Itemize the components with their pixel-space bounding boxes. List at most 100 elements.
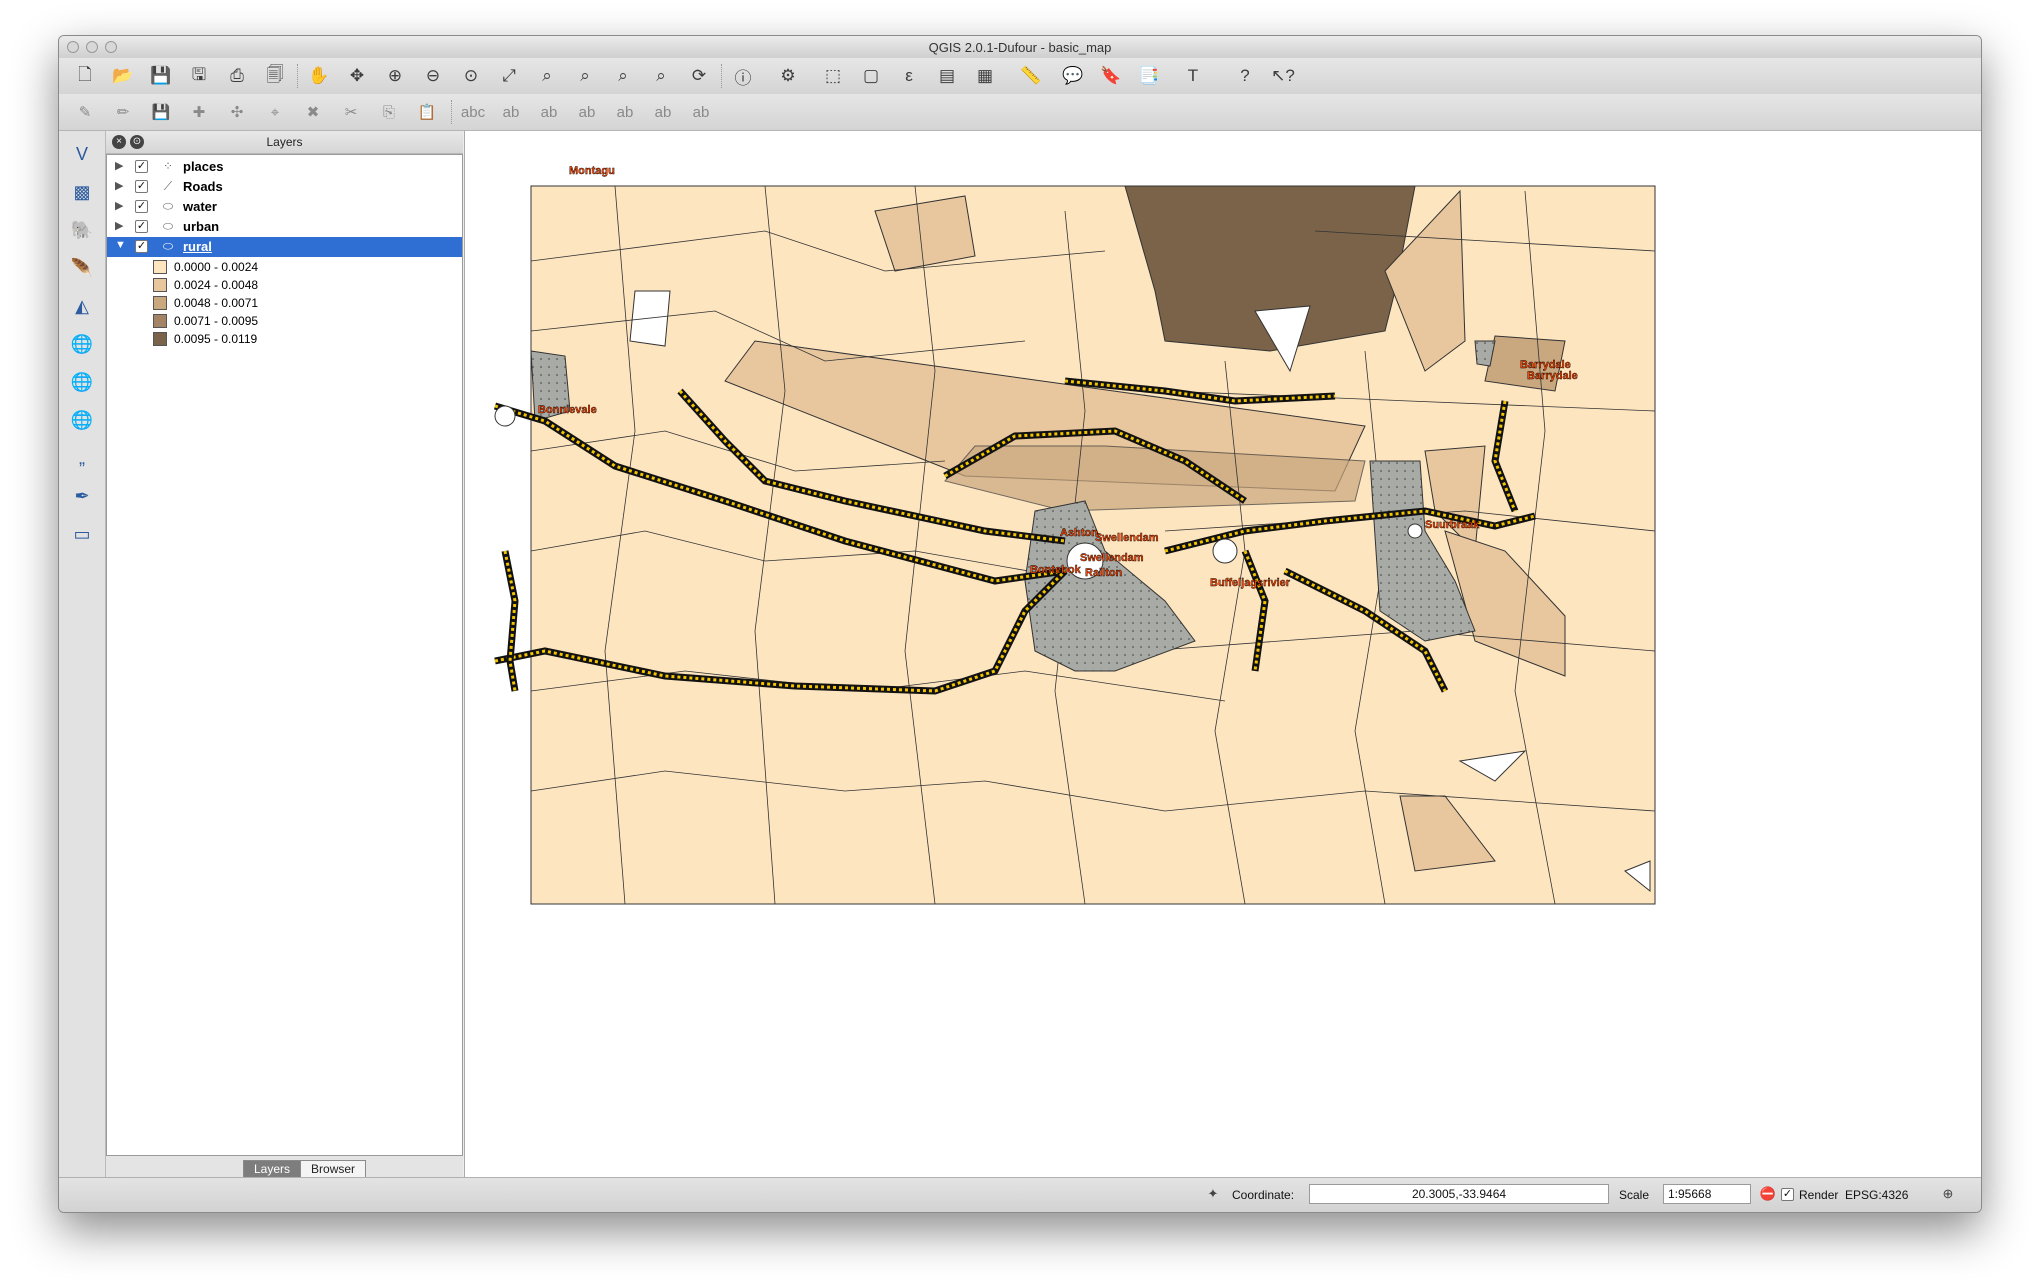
pan-icon[interactable]: ✋ <box>305 62 333 90</box>
main-toolbar: 🗋 📂 💾 🖫 ⎙ 🗐 ✋ ✥ ⊕ ⊖ ⊙ ⤢ ⌕ ⌕ ⌕ ⌕ ⟳ ⓘ ⚙ ⬚ … <box>59 58 1981 95</box>
add-feature-icon[interactable]: ✚ <box>185 98 213 126</box>
layer-row-places[interactable]: ▶ ✓ ⁘ places <box>107 157 462 177</box>
line-layer-icon: ⟋ <box>163 179 173 193</box>
cut-features-icon[interactable]: ✂ <box>337 98 365 126</box>
composer-manager-icon[interactable]: 🗐 <box>261 62 289 90</box>
layer-row-roads[interactable]: ▶ ✓ ⟋ Roads <box>107 177 462 197</box>
select-icon[interactable]: ⬚ <box>819 62 847 90</box>
expand-arrow-icon[interactable]: ▶ <box>115 159 123 172</box>
nodata-hole <box>629 290 671 347</box>
map-svg[interactable]: Montagu Bonnievale Barrydale Barrydale S… <box>465 131 1982 1177</box>
new-project-icon[interactable]: 🗋 <box>71 62 99 90</box>
text-annotation-icon[interactable]: T <box>1179 62 1207 90</box>
toggle-editing-icon[interactable]: ✏ <box>109 98 137 126</box>
save-project-icon[interactable]: 💾 <box>147 62 175 90</box>
label-pin-icon[interactable]: ab <box>497 98 525 126</box>
layer-visibility-checkbox[interactable]: ✓ <box>135 220 148 233</box>
remove-layer-icon[interactable]: ▭ <box>67 519 97 549</box>
render-label: Render <box>1799 1188 1839 1202</box>
layers-panel-title: Layers <box>266 135 303 149</box>
node-tool-icon[interactable]: ⌖ <box>261 98 289 126</box>
zoom-to-selection-icon[interactable]: ⌕ <box>533 62 561 90</box>
tab-browser[interactable]: Browser <box>300 1160 367 1178</box>
edit-toolbar: ✎ ✏ 💾 ✚ ✣ ⌖ ✖ ✂ ⎘ 📋 abc ab ab ab ab ab a… <box>59 94 1981 131</box>
zoom-to-layer-icon[interactable]: ⌕ <box>571 62 599 90</box>
map-label-railton: Railton <box>1085 567 1123 579</box>
add-raster-layer-icon[interactable]: ▩ <box>67 177 97 207</box>
add-wfs-layer-icon[interactable]: 🌐 <box>67 405 97 435</box>
zoom-full-icon[interactable]: ⤢ <box>495 62 523 90</box>
whats-this-icon[interactable]: ↖? <box>1269 62 1297 90</box>
open-project-icon[interactable]: 📂 <box>109 62 137 90</box>
layer-row-urban[interactable]: ▶ ✓ ⬭ urban <box>107 217 462 237</box>
new-bookmark-icon[interactable]: 🔖 <box>1097 62 1125 90</box>
crs-globe-icon[interactable]: ⊕ <box>1939 1185 1957 1203</box>
layer-visibility-checkbox[interactable]: ✓ <box>135 180 148 193</box>
label-move-icon[interactable]: ab <box>611 98 639 126</box>
map-canvas[interactable]: Montagu Bonnievale Barrydale Barrydale S… <box>464 131 1982 1177</box>
add-postgis-layer-icon[interactable]: 🐘 <box>67 215 97 245</box>
add-vector-layer-icon[interactable]: V <box>67 139 97 169</box>
pan-to-selection-icon[interactable]: ✥ <box>343 62 371 90</box>
action-icon[interactable]: ⚙ <box>774 62 802 90</box>
zoom-out-icon[interactable]: ⊖ <box>419 62 447 90</box>
refresh-icon[interactable]: ⟳ <box>685 62 713 90</box>
zoom-actual-size-icon[interactable]: ⊙ <box>457 62 485 90</box>
coordinate-field[interactable]: 20.3005,-33.9464 <box>1309 1184 1609 1204</box>
zoom-next-icon[interactable]: ⌕ <box>647 62 675 90</box>
add-spatialite-layer-icon[interactable]: 🪶 <box>67 253 97 283</box>
help-icon[interactable]: ? <box>1231 62 1259 90</box>
current-edits-icon[interactable]: ✎ <box>71 98 99 126</box>
identify-icon[interactable]: ⓘ <box>729 62 757 90</box>
add-wcs-layer-icon[interactable]: 🌐 <box>67 367 97 397</box>
layer-visibility-checkbox[interactable]: ✓ <box>135 200 148 213</box>
label-change-icon[interactable]: ab <box>687 98 715 126</box>
stop-render-icon[interactable]: ⛔ <box>1759 1185 1777 1203</box>
toggle-extents-icon[interactable]: ✦ <box>1204 1185 1222 1203</box>
qgis-window: QGIS 2.0.1-Dufour - basic_map 🗋 📂 💾 🖫 ⎙ … <box>58 35 1982 1213</box>
map-tips-icon[interactable]: 💬 <box>1059 62 1087 90</box>
expand-arrow-icon[interactable]: ▶ <box>115 179 123 192</box>
layer-visibility-checkbox[interactable]: ✓ <box>135 240 148 253</box>
attribute-table-icon[interactable]: ▤ <box>933 62 961 90</box>
layer-row-water[interactable]: ▶ ✓ ⬭ water <box>107 197 462 217</box>
field-calculator-icon[interactable]: ε <box>895 62 923 90</box>
layer-row-rural[interactable]: ▼ ✓ ⬭ rural <box>107 237 462 257</box>
paste-features-icon[interactable]: 📋 <box>413 98 441 126</box>
measure-icon[interactable]: 📏 <box>1017 62 1045 90</box>
crs-label[interactable]: EPSG:4326 <box>1845 1188 1908 1202</box>
scale-combobox[interactable]: 1:95668 <box>1663 1184 1751 1204</box>
show-bookmarks-icon[interactable]: 📑 <box>1135 62 1163 90</box>
save-edits-icon[interactable]: 💾 <box>147 98 175 126</box>
add-mssql-layer-icon[interactable]: ◭ <box>67 291 97 321</box>
legend-swatch <box>153 332 167 346</box>
move-feature-icon[interactable]: ✣ <box>223 98 251 126</box>
save-as-icon[interactable]: 🖫 <box>185 62 213 90</box>
layer-name: rural <box>183 239 212 254</box>
copy-features-icon[interactable]: ⎘ <box>375 98 403 126</box>
tab-layers[interactable]: Layers <box>243 1160 302 1178</box>
render-checkbox[interactable]: ✓ <box>1781 1188 1794 1201</box>
add-delimited-text-icon[interactable]: „ <box>67 443 97 473</box>
label-highlight-icon[interactable]: ab <box>535 98 563 126</box>
map-label-swellendam-2: Swellendam <box>1095 532 1159 544</box>
map-label-barrydale-2: Barrydale <box>1527 370 1578 382</box>
label-rotate-icon[interactable]: ab <box>649 98 677 126</box>
legend-swatch <box>153 296 167 310</box>
expand-arrow-icon[interactable]: ▶ <box>115 219 123 232</box>
new-shapefile-icon[interactable]: ✒ <box>67 481 97 511</box>
expand-arrow-icon[interactable]: ▶ <box>115 199 123 212</box>
label-show-hide-icon[interactable]: ab <box>573 98 601 126</box>
add-wms-layer-icon[interactable]: 🌐 <box>67 329 97 359</box>
legend-class: 0.0071 - 0.0095 <box>107 312 462 330</box>
new-print-composer-icon[interactable]: ⎙ <box>223 62 251 90</box>
delete-selected-icon[interactable]: ✖ <box>299 98 327 126</box>
deselect-icon[interactable]: ▢ <box>857 62 885 90</box>
zoom-last-icon[interactable]: ⌕ <box>609 62 637 90</box>
collapse-arrow-icon[interactable]: ▼ <box>115 239 126 251</box>
statistics-icon[interactable]: ▦ <box>971 62 999 90</box>
label-icon[interactable]: abc <box>459 98 487 126</box>
legend-label: 0.0048 - 0.0071 <box>174 296 259 310</box>
layer-visibility-checkbox[interactable]: ✓ <box>135 160 148 173</box>
zoom-in-icon[interactable]: ⊕ <box>381 62 409 90</box>
